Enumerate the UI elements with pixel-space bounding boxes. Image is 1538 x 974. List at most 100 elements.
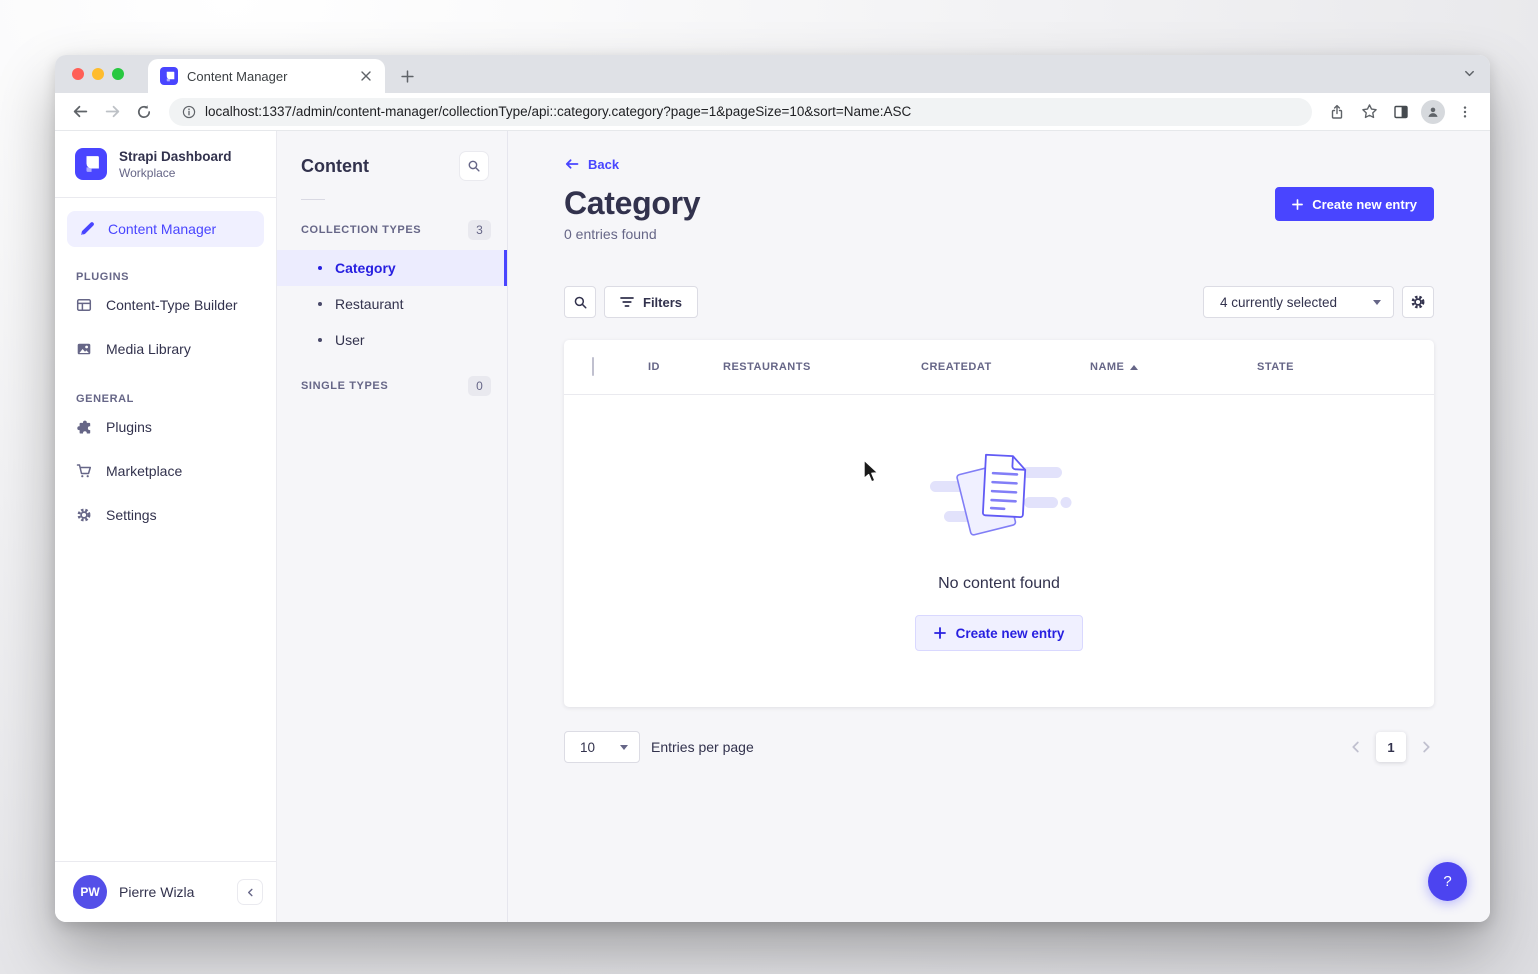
page-title: Category bbox=[564, 185, 700, 222]
picture-icon bbox=[76, 341, 92, 357]
browser-window: Content Manager localhost:1337/admin/con… bbox=[55, 55, 1490, 922]
sidebar-item-label: Content-Type Builder bbox=[106, 297, 238, 313]
cart-icon bbox=[76, 463, 92, 479]
arrow-left-icon bbox=[564, 156, 580, 172]
search-icon[interactable] bbox=[459, 151, 489, 181]
strapi-logo-icon bbox=[75, 148, 107, 180]
close-window-button[interactable] bbox=[72, 68, 84, 80]
main-content: Back Category Create new entry 0 entries… bbox=[508, 131, 1490, 922]
help-button[interactable]: ? bbox=[1428, 862, 1467, 901]
sidebar-item-label: Content Manager bbox=[108, 221, 216, 237]
subnav-item-user[interactable]: User bbox=[277, 322, 507, 358]
fields-selected-value: 4 currently selected bbox=[1220, 295, 1337, 310]
sidebar-user-footer: PW Pierre Wizla bbox=[55, 861, 276, 922]
forward-browser-button[interactable] bbox=[97, 97, 127, 127]
sidebar-item-marketplace[interactable]: Marketplace bbox=[55, 449, 276, 493]
sidebar-item-content-manager[interactable]: Content Manager bbox=[67, 211, 264, 247]
workspace-brand[interactable]: Strapi Dashboard Workplace bbox=[55, 131, 276, 198]
subnav-item-label: Category bbox=[335, 260, 396, 276]
url-bar[interactable]: localhost:1337/admin/content-manager/col… bbox=[169, 98, 1312, 126]
sidebar-item-settings[interactable]: Settings bbox=[55, 493, 276, 537]
share-icon[interactable] bbox=[1322, 97, 1352, 127]
create-new-entry-secondary-button[interactable]: Create new entry bbox=[915, 615, 1084, 651]
sidebar-item-media-library[interactable]: Media Library bbox=[55, 327, 276, 371]
create-new-entry-label: Create new entry bbox=[956, 626, 1065, 641]
sidebar-item-label: Marketplace bbox=[106, 463, 182, 479]
column-header-createdat[interactable]: CREATEDAT bbox=[921, 361, 1090, 373]
bullet-icon bbox=[318, 266, 322, 270]
sidebar-item-content-type-builder[interactable]: Content-Type Builder bbox=[55, 283, 276, 327]
content-subnav: Content COLLECTION TYPES 3 Category Rest… bbox=[277, 131, 508, 922]
subnav-item-label: User bbox=[335, 332, 365, 348]
chevron-down-icon bbox=[1373, 300, 1381, 305]
back-link[interactable]: Back bbox=[564, 156, 619, 172]
collection-types-label: COLLECTION TYPES bbox=[301, 224, 421, 236]
side-panel-icon[interactable] bbox=[1386, 97, 1416, 127]
reload-button[interactable] bbox=[129, 97, 159, 127]
column-header-id[interactable]: ID bbox=[648, 361, 723, 373]
browser-tab[interactable]: Content Manager bbox=[148, 59, 385, 93]
plus-icon bbox=[1292, 199, 1303, 210]
minimize-window-button[interactable] bbox=[92, 68, 104, 80]
next-page-icon[interactable] bbox=[1418, 739, 1434, 755]
table-header-row: ID RESTAURANTS CREATEDAT NAME STATE bbox=[564, 340, 1434, 395]
sidebar-item-plugins[interactable]: Plugins bbox=[55, 405, 276, 449]
entries-per-page-label: Entries per page bbox=[651, 739, 754, 755]
subnav-title: Content bbox=[301, 156, 369, 177]
view-settings-gear-icon[interactable] bbox=[1402, 286, 1434, 318]
subnav-item-restaurant[interactable]: Restaurant bbox=[277, 286, 507, 322]
collection-types-count-badge: 3 bbox=[468, 220, 491, 240]
tab-close-icon[interactable] bbox=[357, 67, 375, 85]
browser-tab-strip: Content Manager bbox=[55, 55, 1490, 93]
previous-page-icon[interactable] bbox=[1348, 739, 1364, 755]
site-info-icon[interactable] bbox=[182, 105, 196, 119]
subnav-item-category[interactable]: Category bbox=[277, 250, 507, 286]
sidebar-item-label: Media Library bbox=[106, 341, 191, 357]
fields-selected-dropdown[interactable]: 4 currently selected bbox=[1203, 286, 1394, 318]
user-avatar[interactable]: PW bbox=[73, 875, 107, 909]
column-header-name[interactable]: NAME bbox=[1090, 361, 1257, 373]
bullet-icon bbox=[318, 338, 322, 342]
column-header-state[interactable]: STATE bbox=[1257, 361, 1434, 373]
browser-toolbar: localhost:1337/admin/content-manager/col… bbox=[55, 93, 1490, 131]
sidebar-item-label: Plugins bbox=[106, 419, 152, 435]
browser-menu-icon[interactable] bbox=[1450, 97, 1480, 127]
single-types-label: SINGLE TYPES bbox=[301, 380, 388, 392]
user-name: Pierre Wizla bbox=[119, 884, 225, 900]
page-1-button[interactable]: 1 bbox=[1376, 732, 1406, 762]
maximize-window-button[interactable] bbox=[112, 68, 124, 80]
filters-button[interactable]: Filters bbox=[604, 286, 698, 318]
plus-icon bbox=[934, 627, 946, 639]
collapse-sidebar-button[interactable] bbox=[237, 879, 263, 905]
profile-avatar-icon[interactable] bbox=[1418, 97, 1448, 127]
page-size-value: 10 bbox=[580, 740, 595, 755]
new-tab-button[interactable] bbox=[393, 62, 421, 90]
layout-icon bbox=[76, 297, 92, 313]
back-browser-button[interactable] bbox=[65, 97, 95, 127]
filters-label: Filters bbox=[643, 295, 682, 310]
tab-strip-chevron-icon[interactable] bbox=[1463, 67, 1476, 85]
create-new-entry-button[interactable]: Create new entry bbox=[1275, 187, 1434, 221]
window-controls bbox=[72, 68, 124, 80]
no-content-message: No content found bbox=[938, 575, 1060, 593]
main-sidebar: Strapi Dashboard Workplace Content Manag… bbox=[55, 131, 277, 922]
entries-found-text: 0 entries found bbox=[564, 226, 1434, 242]
subnav-item-label: Restaurant bbox=[335, 296, 403, 312]
strapi-favicon-icon bbox=[160, 67, 178, 85]
empty-state: No content found Create new entry bbox=[564, 395, 1434, 707]
entries-table: ID RESTAURANTS CREATEDAT NAME STATE bbox=[564, 340, 1434, 707]
gear-icon bbox=[76, 507, 92, 523]
puzzle-icon bbox=[76, 419, 92, 435]
select-all-checkbox[interactable] bbox=[592, 357, 594, 376]
bookmark-star-icon[interactable] bbox=[1354, 97, 1384, 127]
search-icon[interactable] bbox=[564, 286, 596, 318]
empty-documents-illustration bbox=[924, 441, 1074, 551]
pagination: 10 Entries per page 1 bbox=[564, 731, 1434, 763]
workspace-subtitle: Workplace bbox=[119, 166, 232, 180]
sort-asc-icon bbox=[1130, 365, 1138, 370]
strapi-app: Strapi Dashboard Workplace Content Manag… bbox=[55, 131, 1490, 922]
filter-icon bbox=[620, 296, 634, 308]
pen-icon bbox=[79, 221, 95, 237]
page-size-dropdown[interactable]: 10 bbox=[564, 731, 640, 763]
column-header-restaurants[interactable]: RESTAURANTS bbox=[723, 361, 921, 373]
